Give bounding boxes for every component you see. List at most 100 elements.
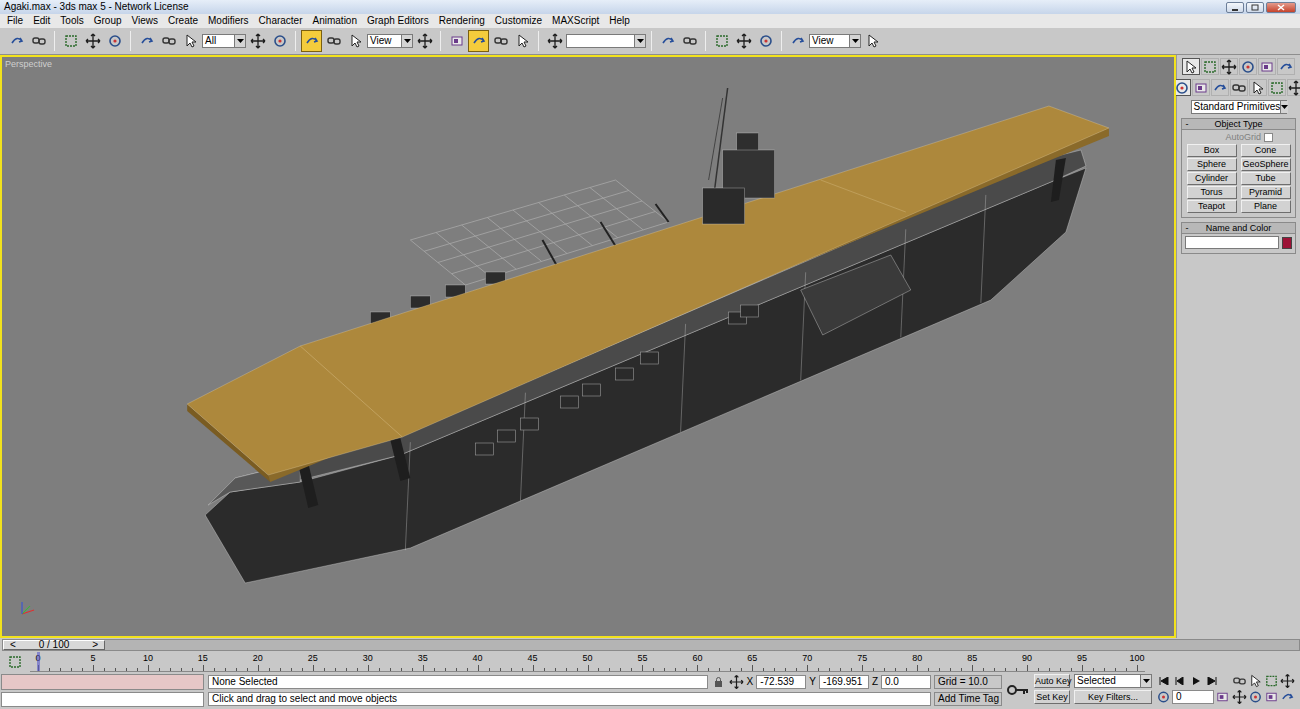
panel-tab[interactable] — [1182, 58, 1200, 75]
primitive-button[interactable]: Teapot — [1187, 200, 1237, 213]
transform-mode-button[interactable] — [729, 675, 744, 689]
menu-item[interactable]: Modifiers — [203, 14, 254, 28]
menu-item[interactable]: Rendering — [434, 14, 490, 28]
toolbar-button[interactable] — [28, 30, 49, 52]
menu-item[interactable]: Customize — [490, 14, 547, 28]
set-key-mode-button[interactable]: Set Key — [1034, 690, 1070, 704]
menu-item[interactable]: Create — [163, 14, 203, 28]
playback-button[interactable] — [1204, 674, 1219, 688]
menu-item[interactable]: Animation — [308, 14, 362, 28]
menu-item[interactable]: Character — [254, 14, 308, 28]
toolbar-button[interactable] — [414, 30, 435, 52]
key-mode-toggle[interactable] — [1156, 690, 1171, 704]
category-button[interactable] — [1268, 79, 1286, 96]
primitive-button[interactable]: Cylinder — [1187, 172, 1237, 185]
toolbar-button[interactable] — [787, 30, 808, 52]
toolbar-dropdown[interactable]: View — [809, 34, 861, 48]
time-slider-track[interactable]: <0 / 100> — [2, 639, 1300, 651]
x-coordinate[interactable]: -72.539 — [756, 675, 806, 689]
rollout-header[interactable]: -Name and Color — [1182, 223, 1295, 234]
autogrid-checkbox[interactable]: AutoGrid — [1182, 132, 1295, 142]
primitive-button[interactable]: Tube — [1241, 172, 1291, 185]
toolbar-button[interactable] — [657, 30, 678, 52]
toolbar-button[interactable] — [711, 30, 732, 52]
panel-tab[interactable] — [1220, 58, 1238, 75]
maximize-button[interactable] — [1246, 2, 1264, 13]
category-button[interactable] — [1211, 79, 1229, 96]
menu-item[interactable]: Graph Editors — [362, 14, 434, 28]
playback-button[interactable] — [1188, 674, 1203, 688]
category-button[interactable] — [1192, 79, 1210, 96]
maxscript-output[interactable] — [1, 692, 204, 708]
toolbar-button[interactable] — [180, 30, 201, 52]
nav-button[interactable] — [1280, 690, 1295, 704]
nav-button[interactable] — [1280, 674, 1295, 688]
toolbar-dropdown[interactable] — [566, 34, 646, 48]
toolbar-button[interactable] — [490, 30, 511, 52]
toolbar-dropdown[interactable]: View — [367, 34, 413, 48]
category-button[interactable] — [1249, 79, 1267, 96]
primitive-button[interactable]: Sphere — [1187, 158, 1237, 171]
nav-button[interactable] — [1248, 674, 1263, 688]
lock-button[interactable] — [711, 675, 726, 689]
category-button[interactable] — [1230, 79, 1248, 96]
primitive-button[interactable]: GeoSphere — [1241, 158, 1291, 171]
viewport-label[interactable]: Perspective — [5, 59, 52, 69]
current-frame-field[interactable]: 0 — [1172, 690, 1214, 704]
toolbar-button[interactable] — [755, 30, 776, 52]
y-coordinate[interactable]: -169.951 — [819, 675, 869, 689]
object-color-swatch[interactable] — [1282, 237, 1292, 249]
panel-tab[interactable] — [1258, 58, 1276, 75]
category-dropdown[interactable]: Standard Primitives — [1191, 100, 1287, 114]
primitive-button[interactable]: Torus — [1187, 186, 1237, 199]
menu-item[interactable]: Group — [89, 14, 127, 28]
primitive-button[interactable]: Cone — [1241, 144, 1291, 157]
toolbar-button[interactable] — [544, 30, 565, 52]
key-filters-button[interactable]: Key Filters... — [1074, 690, 1152, 704]
key-mode-dropdown[interactable]: Selected — [1074, 674, 1152, 688]
menu-item[interactable]: Views — [127, 14, 164, 28]
nav-button[interactable] — [1248, 690, 1263, 704]
time-slider-thumb[interactable]: <0 / 100> — [3, 640, 105, 650]
menu-item[interactable]: Tools — [55, 14, 88, 28]
rollout-header[interactable]: -Object Type — [1182, 119, 1295, 130]
nav-button[interactable] — [1264, 674, 1279, 688]
frame-ruler[interactable]: 0510152025303540455055606570758085909510… — [30, 652, 1145, 672]
time-config-button[interactable] — [1215, 690, 1230, 704]
panel-tab[interactable] — [1239, 58, 1257, 75]
toolbar-button[interactable] — [345, 30, 366, 52]
menu-item[interactable]: Edit — [28, 14, 55, 28]
toolbar-button[interactable] — [82, 30, 103, 52]
toolbar-button[interactable] — [104, 30, 125, 52]
playback-button[interactable] — [1156, 674, 1171, 688]
primitive-button[interactable]: Pyramid — [1241, 186, 1291, 199]
set-key-button[interactable] — [1006, 674, 1030, 705]
minimize-button[interactable] — [1226, 2, 1244, 13]
primitive-button[interactable]: Plane — [1241, 200, 1291, 213]
toolbar-button[interactable] — [247, 30, 268, 52]
toolbar-button[interactable] — [158, 30, 179, 52]
add-time-tag[interactable]: Add Time Tag — [934, 692, 1002, 706]
toolbar-button[interactable] — [468, 30, 489, 52]
toolbar-button[interactable] — [446, 30, 467, 52]
auto-key-button[interactable]: Auto Key — [1034, 674, 1070, 688]
menu-item[interactable]: File — [2, 14, 28, 28]
panel-tab[interactable] — [1277, 58, 1295, 75]
toolbar-button[interactable] — [862, 30, 883, 52]
toolbar-button[interactable] — [136, 30, 157, 52]
primitive-button[interactable]: Box — [1187, 144, 1237, 157]
playback-button[interactable] — [1172, 674, 1187, 688]
nav-button[interactable] — [1232, 674, 1247, 688]
toolbar-button[interactable] — [60, 30, 81, 52]
toolbar-button[interactable] — [269, 30, 290, 52]
perspective-viewport[interactable]: Perspective — [0, 55, 1176, 638]
menu-item[interactable]: MAXScript — [547, 14, 604, 28]
nav-button[interactable] — [1264, 690, 1279, 704]
toolbar-dropdown[interactable]: All — [202, 34, 246, 48]
toolbar-button[interactable] — [733, 30, 754, 52]
toolbar-button[interactable] — [6, 30, 27, 52]
nav-button[interactable] — [1232, 690, 1247, 704]
maxscript-listener[interactable] — [1, 674, 204, 690]
z-coordinate[interactable]: 0.0 — [881, 675, 931, 689]
menu-item[interactable]: Help — [604, 14, 635, 28]
